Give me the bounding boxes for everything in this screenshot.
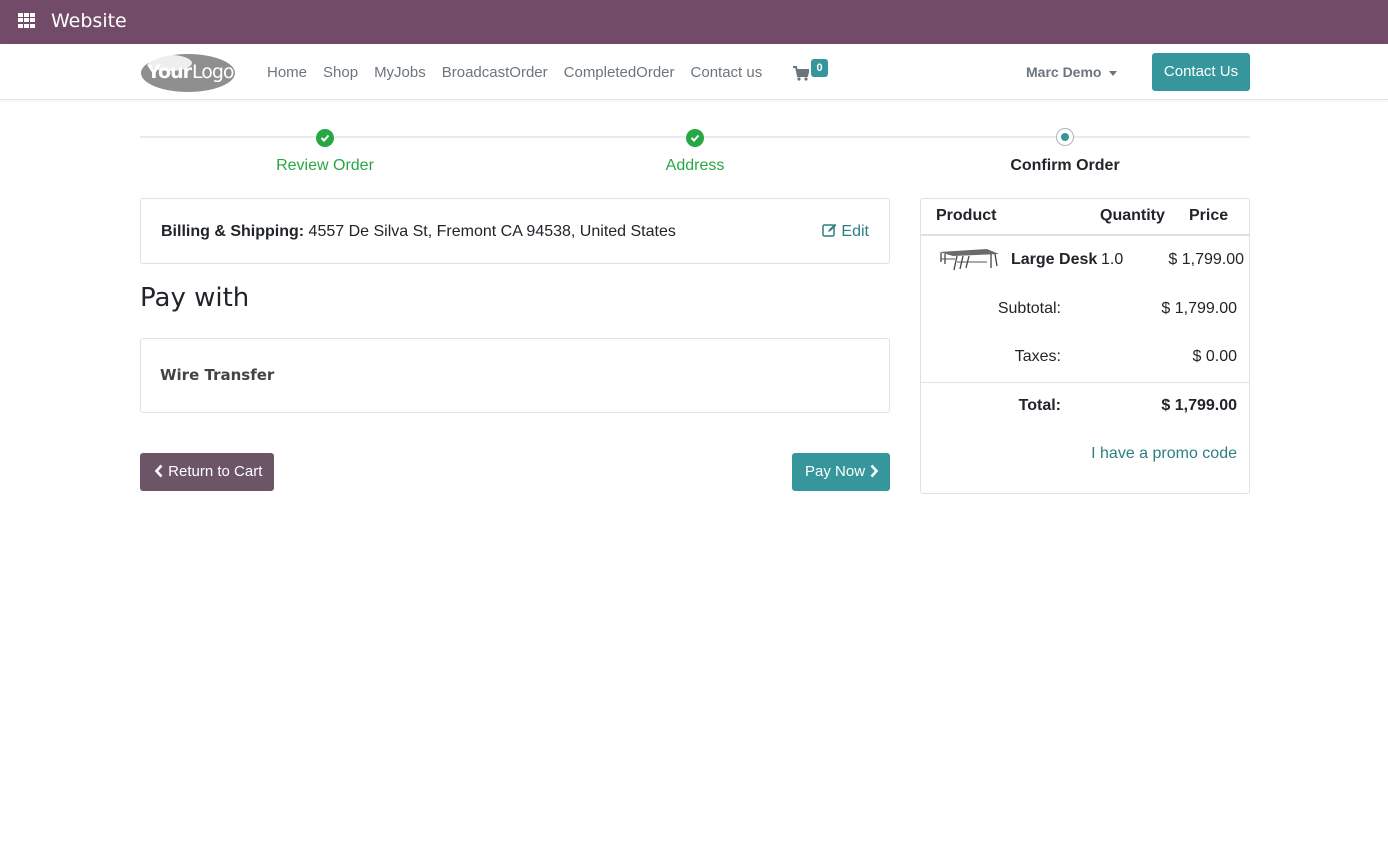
user-menu[interactable]: Marc Demo — [1026, 64, 1118, 80]
billing-address: 4557 De Silva St, Fremont CA 94538, Unit… — [308, 223, 676, 240]
taxes-label: Taxes: — [1014, 348, 1061, 365]
header-price: Price — [1189, 207, 1229, 224]
cart-count-badge: 0 — [811, 59, 828, 77]
your-logo[interactable]: Your Logo — [140, 52, 236, 93]
caret-down-icon — [1109, 70, 1118, 76]
header-product: Product — [936, 207, 997, 224]
subtotal-label: Subtotal: — [997, 300, 1061, 317]
payment-method-option[interactable]: Wire Transfer — [140, 338, 890, 413]
contact-us-button[interactable]: Contact Us — [1152, 53, 1250, 91]
website-navbar: Your Logo Home Shop MyJobs BroadcastOrde… — [0, 44, 1388, 100]
edit-address-link[interactable]: Edit — [822, 223, 869, 241]
cart-link[interactable]: 0 — [793, 59, 833, 87]
return-to-cart-button[interactable]: Return to Cart — [140, 453, 274, 491]
svg-text:Logo: Logo — [192, 61, 234, 83]
return-to-cart-label: Return to Cart — [168, 463, 263, 480]
pay-with-heading: Pay with — [140, 283, 250, 313]
billing-shipping-text: Billing & Shipping: 4557 De Silva St, Fr… — [161, 223, 676, 241]
summary-header-divider — [921, 234, 1249, 236]
order-summary-panel: Product Quantity Price Large Desk 1.0 $ … — [920, 198, 1250, 494]
taxes-value: $ 0.00 — [1192, 348, 1237, 365]
product-quantity: 1.0 — [1101, 251, 1124, 268]
nav-link-home[interactable]: Home — [267, 64, 307, 81]
app-title: Website — [51, 10, 127, 32]
nav-links: Home Shop MyJobs BroadcastOrder Complete… — [267, 64, 778, 81]
nav-link-completed-order[interactable]: CompletedOrder — [564, 64, 675, 81]
product-name: Large Desk — [1011, 251, 1098, 268]
edit-icon — [822, 223, 837, 237]
nav-link-contact-us[interactable]: Contact us — [691, 64, 763, 81]
header-quantity: Quantity — [1100, 207, 1165, 224]
top-bar: Website — [0, 0, 1388, 44]
nav-link-broadcast-order[interactable]: BroadcastOrder — [442, 64, 548, 81]
total-divider — [921, 382, 1249, 383]
total-label: Total: — [1018, 397, 1061, 414]
step-address-check-icon — [686, 129, 704, 147]
user-name: Marc Demo — [1026, 64, 1102, 80]
subtotal-value: $ 1,799.00 — [1161, 300, 1237, 317]
step-address[interactable]: Address — [595, 157, 795, 175]
step-confirm-order: Confirm Order — [1010, 157, 1120, 174]
svg-text:Your: Your — [146, 61, 193, 83]
step-review-order[interactable]: Review Order — [225, 157, 425, 175]
apps-menu-icon[interactable] — [18, 13, 35, 28]
edit-label: Edit — [841, 223, 869, 240]
chevron-left-icon — [154, 464, 163, 478]
pay-now-label: Pay Now — [805, 463, 866, 480]
billing-shipping-label: Billing & Shipping: — [161, 223, 305, 240]
chevron-right-icon — [870, 464, 879, 478]
shopping-cart-icon — [793, 66, 809, 81]
nav-link-shop[interactable]: Shop — [323, 64, 358, 81]
step-review-order-check-icon — [316, 129, 334, 147]
large-desk-image — [939, 249, 999, 271]
total-value: $ 1,799.00 — [1161, 397, 1237, 414]
pay-now-button[interactable]: Pay Now — [792, 453, 890, 491]
promo-code-link[interactable]: I have a promo code — [1091, 445, 1237, 463]
product-price: $ 1,799.00 — [1168, 251, 1244, 268]
billing-shipping-card: Billing & Shipping: 4557 De Silva St, Fr… — [140, 198, 890, 264]
nav-link-myjobs[interactable]: MyJobs — [374, 64, 426, 81]
payment-method-name: Wire Transfer — [160, 366, 275, 384]
step-confirm-order-dot-icon — [1056, 128, 1074, 146]
